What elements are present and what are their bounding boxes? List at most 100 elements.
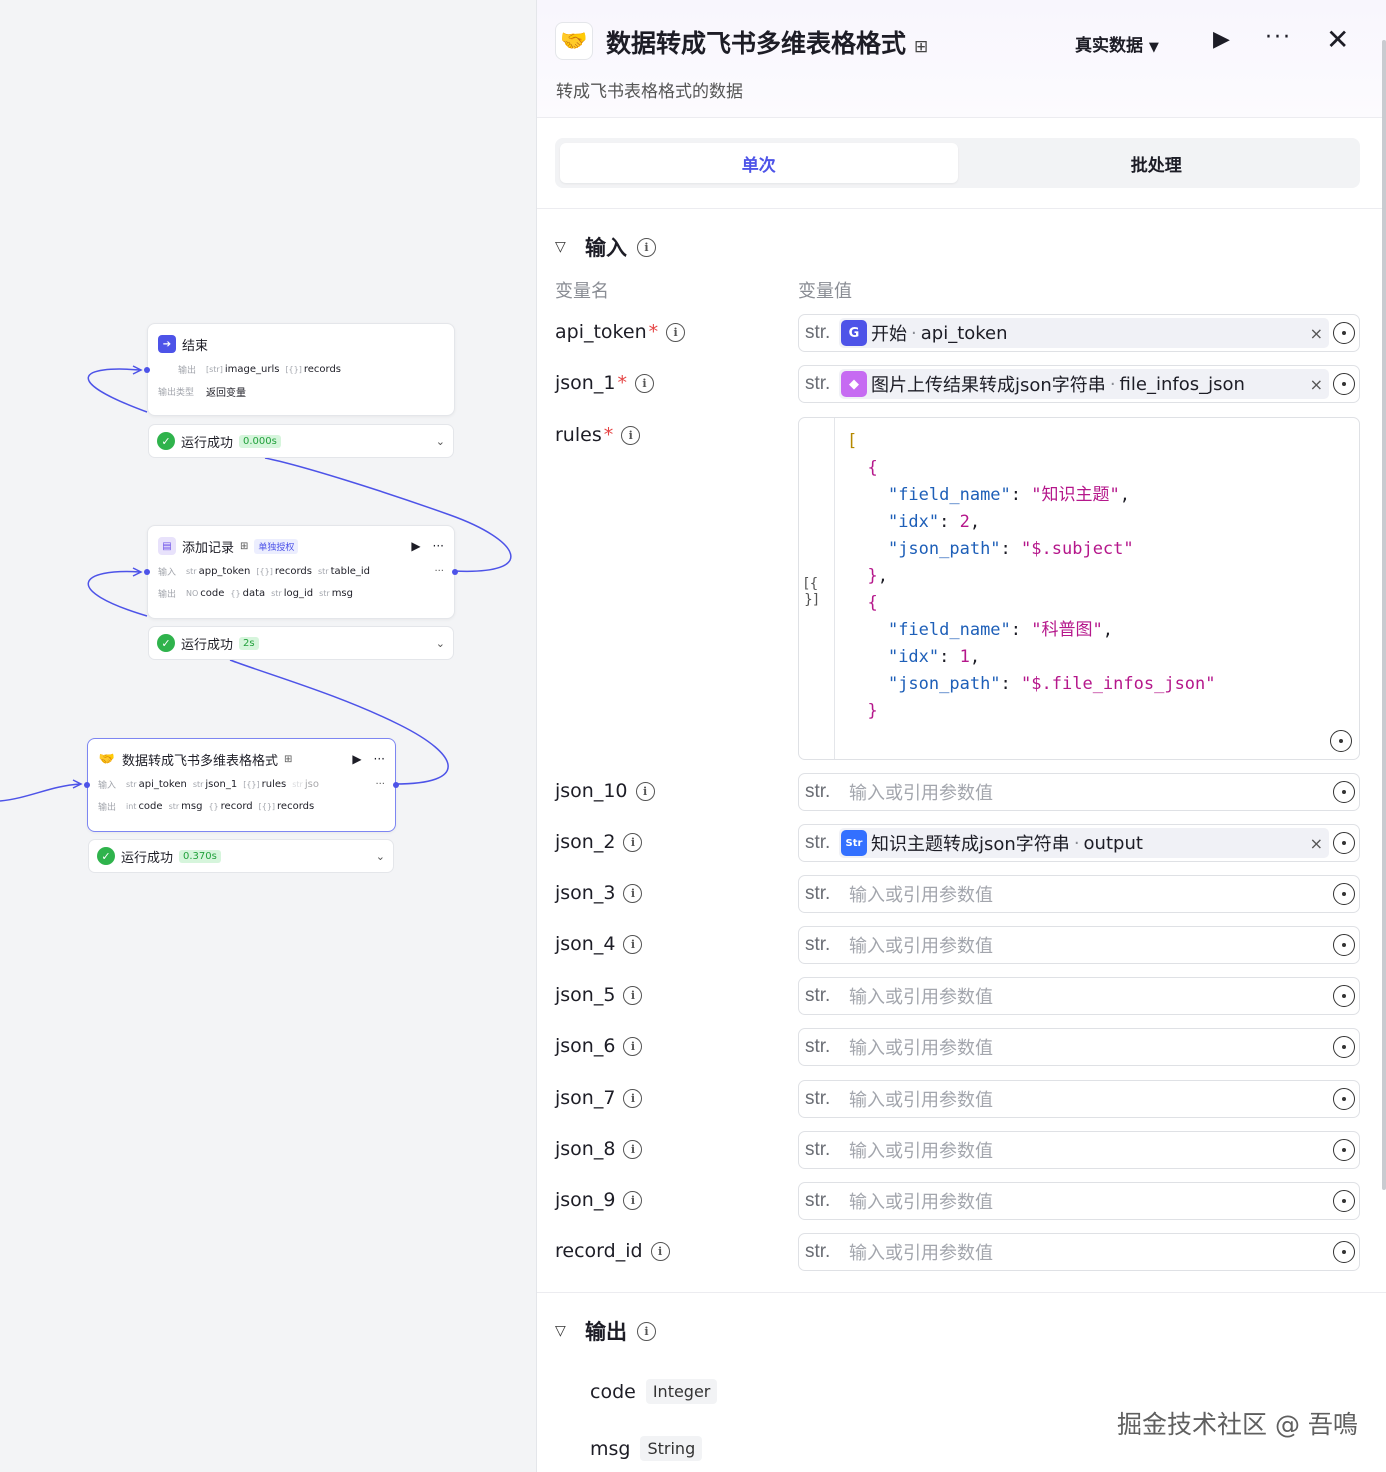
info-icon[interactable]: i <box>637 1321 656 1341</box>
reference-target-icon[interactable] <box>1333 985 1355 1007</box>
input-port[interactable] <box>144 367 150 373</box>
var-value-json-2[interactable]: str. Str 知识主题转成json字符串 · output × <box>798 824 1360 862</box>
chevron-down-icon[interactable]: ⌄ <box>376 850 385 863</box>
variable-reference[interactable]: ◆ 图片上传结果转成json字符串 · file_infos_json × <box>839 369 1329 399</box>
info-icon[interactable]: i <box>623 934 643 954</box>
input-port[interactable] <box>144 569 150 575</box>
info-icon[interactable]: i <box>623 1036 643 1056</box>
variable-reference[interactable]: G 开始 · api_token × <box>839 318 1329 348</box>
info-icon[interactable]: i <box>637 237 656 257</box>
type-prefix: str. <box>805 1139 831 1160</box>
output-tag: [{}] records <box>285 363 342 375</box>
output-port[interactable] <box>452 569 458 575</box>
reference-target-icon[interactable] <box>1333 1036 1355 1058</box>
info-icon[interactable]: i <box>650 1241 670 1261</box>
chevron-down-icon[interactable]: ⌄ <box>436 637 445 650</box>
reference-target-icon[interactable] <box>1333 322 1355 344</box>
value-placeholder: 输入或引用参数值 <box>849 987 993 1008</box>
close-icon[interactable]: ✕ <box>1326 23 1349 56</box>
play-icon[interactable]: ▶ <box>352 752 361 766</box>
info-icon[interactable]: i <box>623 1190 643 1210</box>
duration-badge: 2s <box>239 636 259 650</box>
run-icon[interactable]: ▶ <box>1213 27 1230 52</box>
data-mode-select[interactable]: 真实数据 ▼ <box>1075 31 1159 56</box>
var-value-json-5[interactable]: str. 输入或引用参数值 <box>798 977 1360 1015</box>
type-prefix: str. <box>805 781 831 802</box>
var-value-json-7[interactable]: str. 输入或引用参数值 <box>798 1080 1360 1118</box>
more-icon[interactable]: ··· <box>374 752 385 766</box>
var-value-json-8[interactable]: str. 输入或引用参数值 <box>798 1131 1360 1169</box>
var-value-json-3[interactable]: str. 输入或引用参数值 <box>798 875 1360 913</box>
info-icon[interactable]: i <box>623 883 643 903</box>
clear-icon[interactable]: × <box>1310 324 1323 343</box>
info-icon[interactable]: i <box>634 373 654 393</box>
info-icon[interactable]: i <box>635 781 655 801</box>
end-node-status[interactable]: ✓ 运行成功 0.000s ⌄ <box>148 424 454 458</box>
var-value-api-token[interactable]: str. G 开始 · api_token × <box>798 314 1360 352</box>
chevron-down-icon[interactable]: ⌄ <box>436 435 445 448</box>
reference-target-icon[interactable] <box>1333 1088 1355 1110</box>
add-record-node[interactable]: ▤ 添加记录 ⊞ 单独授权 ▶ ··· 输入 str app_token [{}]… <box>144 525 458 619</box>
input-label: 输入 <box>158 567 177 578</box>
info-icon[interactable]: i <box>666 322 686 342</box>
reference-target-icon[interactable] <box>1333 934 1355 956</box>
play-icon[interactable]: ▶ <box>411 539 420 553</box>
var-value-json-10[interactable]: str. 输入或引用参数值 <box>798 773 1360 811</box>
tab-single[interactable]: 单次 <box>560 143 958 183</box>
panel-scrollbar[interactable] <box>1382 40 1386 1190</box>
input-tag: str json_1 <box>192 778 238 790</box>
info-icon[interactable]: i <box>623 1088 643 1108</box>
more-inputs-button[interactable]: ··· <box>434 566 444 577</box>
info-icon[interactable]: i <box>621 425 641 445</box>
reference-target-icon[interactable] <box>1333 1190 1355 1212</box>
var-value-json-1[interactable]: str. ◆ 图片上传结果转成json字符串 · file_infos_json × <box>798 365 1360 403</box>
more-icon[interactable]: ··· <box>1265 25 1292 50</box>
var-name-rules: rules * i <box>555 424 641 446</box>
reference-target-icon[interactable] <box>1330 730 1352 752</box>
output-port[interactable] <box>393 782 399 788</box>
info-icon[interactable]: i <box>623 985 643 1005</box>
var-value-record-id[interactable]: str. 输入或引用参数值 <box>798 1233 1360 1271</box>
return-type-label: 输出类型 <box>158 387 195 398</box>
rules-code-editor[interactable]: [{ }] [ { "field_name": "知识主题", "idx": 2… <box>798 417 1360 760</box>
exit-icon: ➔ <box>158 335 176 353</box>
more-inputs-button[interactable]: ··· <box>375 779 385 790</box>
info-icon[interactable]: i <box>623 1139 643 1159</box>
var-value-json-9[interactable]: str. 输入或引用参数值 <box>798 1182 1360 1220</box>
output-tag: str msg <box>319 587 353 599</box>
input-port[interactable] <box>84 782 90 788</box>
panel-title: 数据转成飞书多维表格格式 ⊞ <box>606 29 929 58</box>
output-tag: [str] image_urls <box>206 363 280 375</box>
var-value-json-6[interactable]: str. 输入或引用参数值 <box>798 1028 1360 1066</box>
auth-badge[interactable]: 单独授权 <box>254 538 299 554</box>
rules-json-text[interactable]: [ { "field_name": "知识主题", "idx": 2, "jso… <box>847 428 1216 725</box>
clear-icon[interactable]: × <box>1310 834 1323 853</box>
reference-target-icon[interactable] <box>1333 832 1355 854</box>
info-icon[interactable]: i <box>623 832 643 852</box>
var-name-json-7: json_7 i <box>555 1087 643 1109</box>
convert-node[interactable]: 🤝 数据转成飞书多维表格格式 ⊞ ▶ ··· 输入 str api_token s… <box>84 738 399 832</box>
cube-icon: ◆ <box>841 371 867 397</box>
reference-target-icon[interactable] <box>1333 373 1355 395</box>
clear-icon[interactable]: × <box>1310 375 1323 394</box>
end-node[interactable]: ➔ 结束 输出 [str] image_urls [{}] records 输出类型… <box>144 323 455 416</box>
string-node-icon: Str <box>841 830 867 856</box>
output-section-header[interactable]: ▽ 输出 i <box>555 1316 656 1346</box>
plugin-icon: ⊞ <box>240 540 249 552</box>
more-icon[interactable]: ··· <box>433 539 444 553</box>
convert-node-status[interactable]: ✓ 运行成功 0.370s ⌄ <box>88 839 394 873</box>
reference-target-icon[interactable] <box>1333 883 1355 905</box>
workflow-canvas[interactable]: ➔ 结束 输出 [str] image_urls [{}] records 输出类型… <box>0 0 536 1472</box>
var-value-json-4[interactable]: str. 输入或引用参数值 <box>798 926 1360 964</box>
output-tag: int code <box>126 800 163 812</box>
output-tag: {} record <box>208 800 253 812</box>
caret-down-icon: ▼ <box>1148 40 1159 55</box>
variable-reference[interactable]: Str 知识主题转成json字符串 · output × <box>839 828 1329 858</box>
reference-target-icon[interactable] <box>1333 1139 1355 1161</box>
add-record-status[interactable]: ✓ 运行成功 2s ⌄ <box>148 626 454 660</box>
tab-batch[interactable]: 批处理 <box>958 143 1356 183</box>
value-placeholder: 输入或引用参数值 <box>849 1038 993 1059</box>
reference-target-icon[interactable] <box>1333 781 1355 803</box>
input-section-header[interactable]: ▽ 输入 i <box>555 232 656 262</box>
reference-target-icon[interactable] <box>1333 1241 1355 1263</box>
